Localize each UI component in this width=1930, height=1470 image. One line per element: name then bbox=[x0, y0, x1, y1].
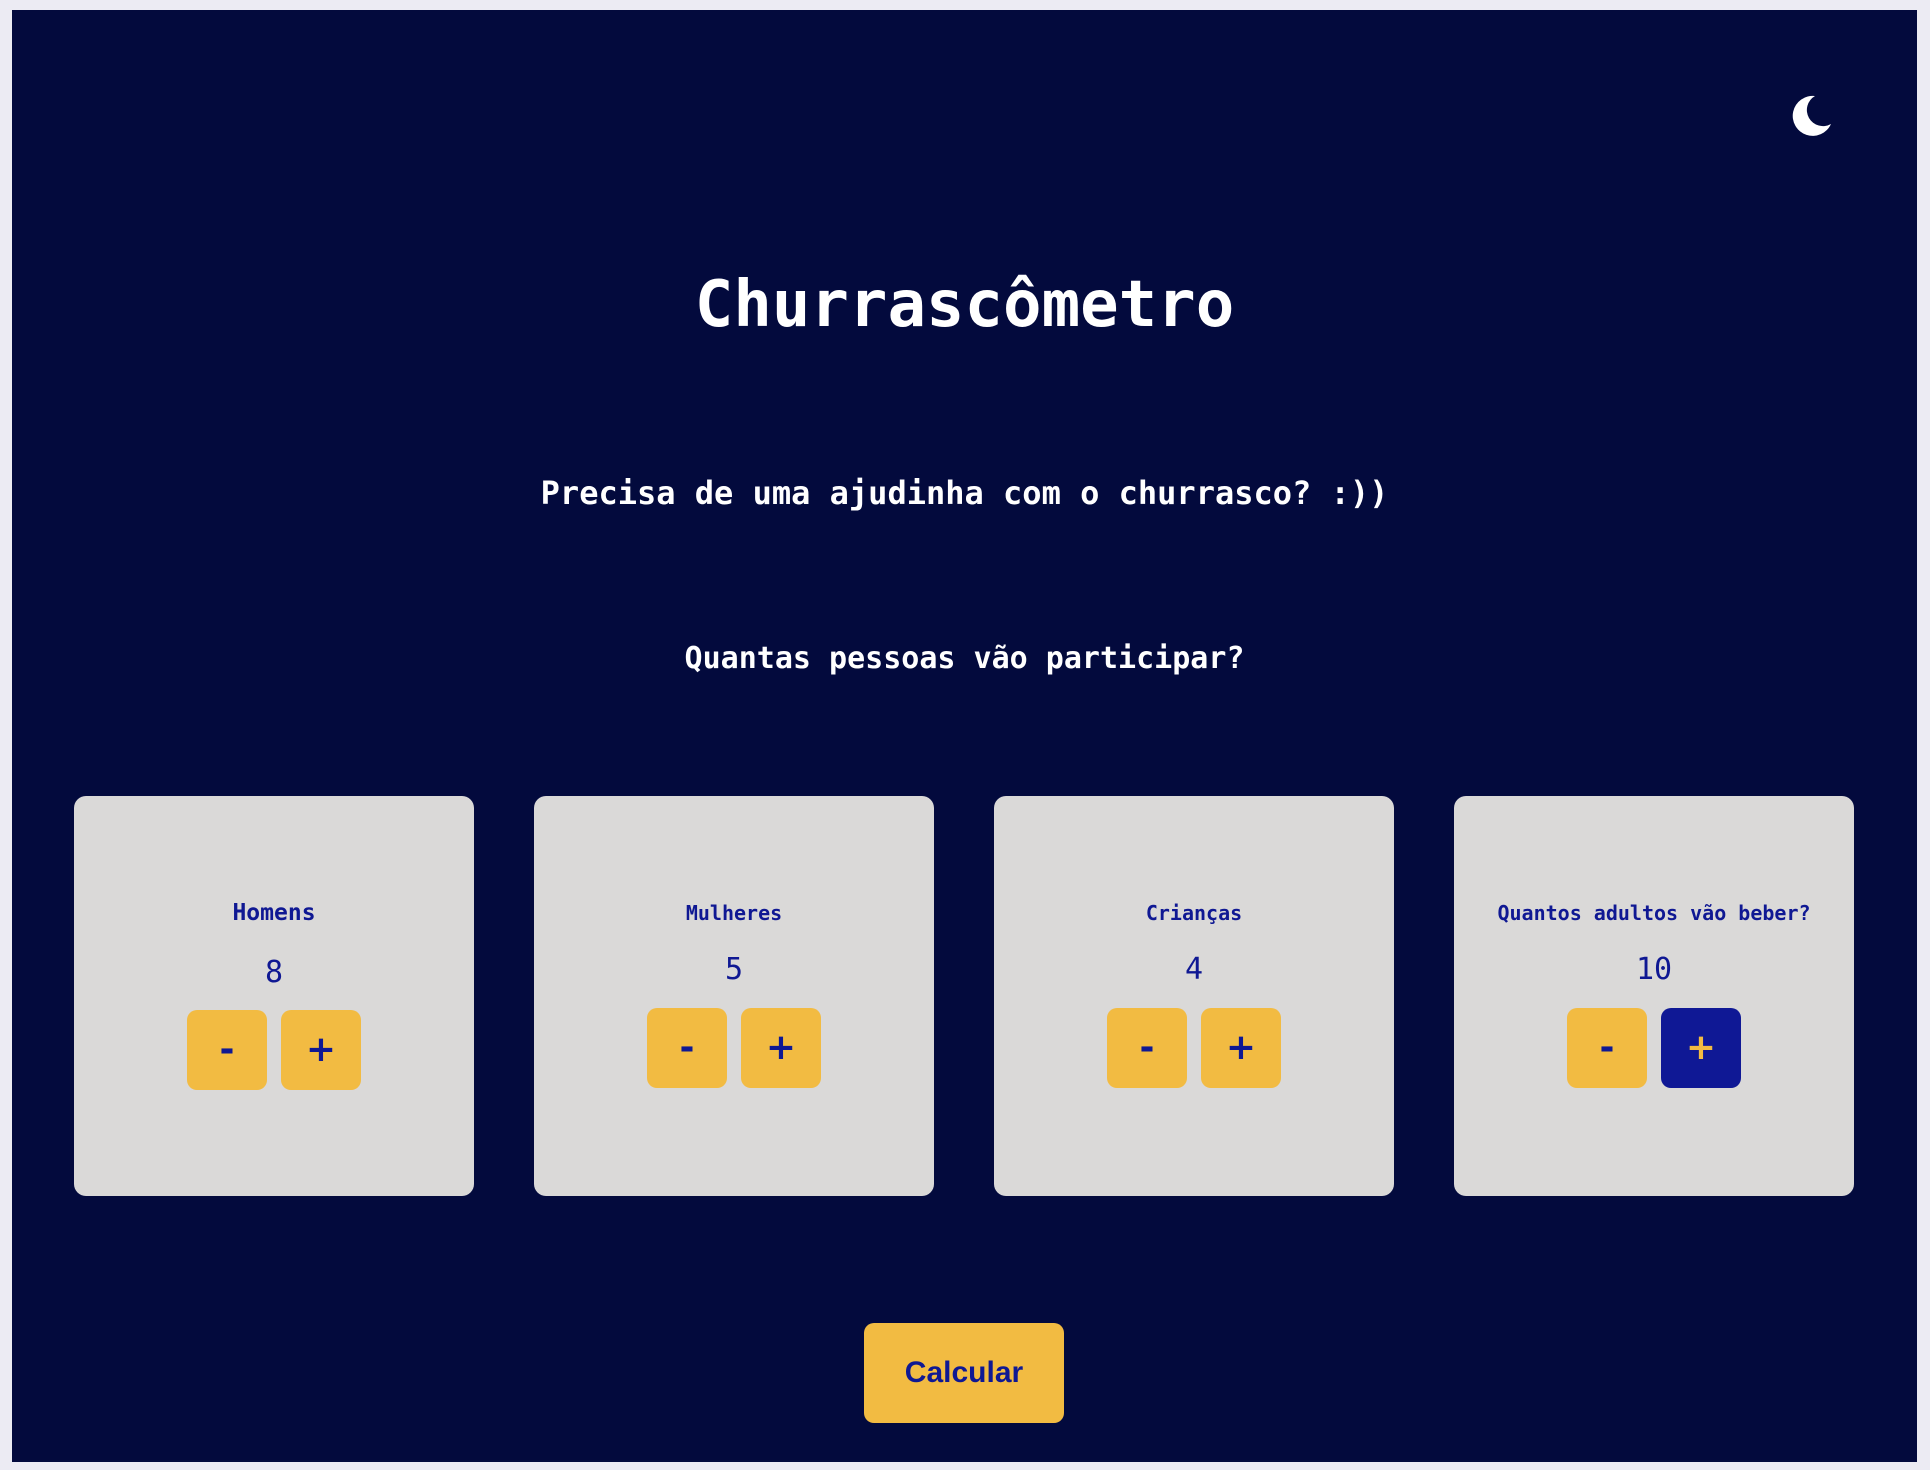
increment-button[interactable]: + bbox=[741, 1008, 821, 1088]
counter-value: 5 bbox=[724, 952, 744, 987]
page: Churrascômetro Precisa de uma ajudinha c… bbox=[12, 10, 1917, 1462]
increment-button[interactable]: + bbox=[1661, 1008, 1741, 1088]
increment-button[interactable]: + bbox=[281, 1010, 361, 1090]
counter-card-criancas: Crianças 4 - + bbox=[994, 796, 1394, 1196]
moon-icon bbox=[1792, 95, 1831, 136]
counter-card-adultos-bebem: Quantos adultos vão beber? 10 - + bbox=[1454, 796, 1854, 1196]
counter-value: 10 bbox=[1635, 952, 1673, 987]
counter-value: 4 bbox=[1184, 952, 1204, 987]
counter-card-mulheres: Mulheres 5 - + bbox=[534, 796, 934, 1196]
counter-label: Quantos adultos vão beber? bbox=[1497, 901, 1811, 925]
decrement-button[interactable]: - bbox=[187, 1010, 267, 1090]
counter-card-homens: Homens 8 - + bbox=[74, 796, 474, 1196]
decrement-button[interactable]: - bbox=[647, 1008, 727, 1088]
counter-label: Mulheres bbox=[685, 901, 783, 925]
calculate-button[interactable]: Calcular bbox=[864, 1323, 1064, 1423]
counter-label: Crianças bbox=[1145, 901, 1243, 925]
counter-value: 8 bbox=[264, 955, 284, 990]
counter-label: Homens bbox=[232, 900, 316, 926]
decrement-button[interactable]: - bbox=[1107, 1008, 1187, 1088]
page-subtitle: Precisa de uma ajudinha com o churrasco?… bbox=[540, 474, 1389, 512]
participants-question: Quantas pessoas vão participar? bbox=[684, 641, 1245, 676]
decrement-button[interactable]: - bbox=[1567, 1008, 1647, 1088]
page-title: Churrascômetro bbox=[694, 268, 1235, 342]
theme-toggle-button[interactable] bbox=[1785, 90, 1837, 142]
increment-button[interactable]: + bbox=[1201, 1008, 1281, 1088]
